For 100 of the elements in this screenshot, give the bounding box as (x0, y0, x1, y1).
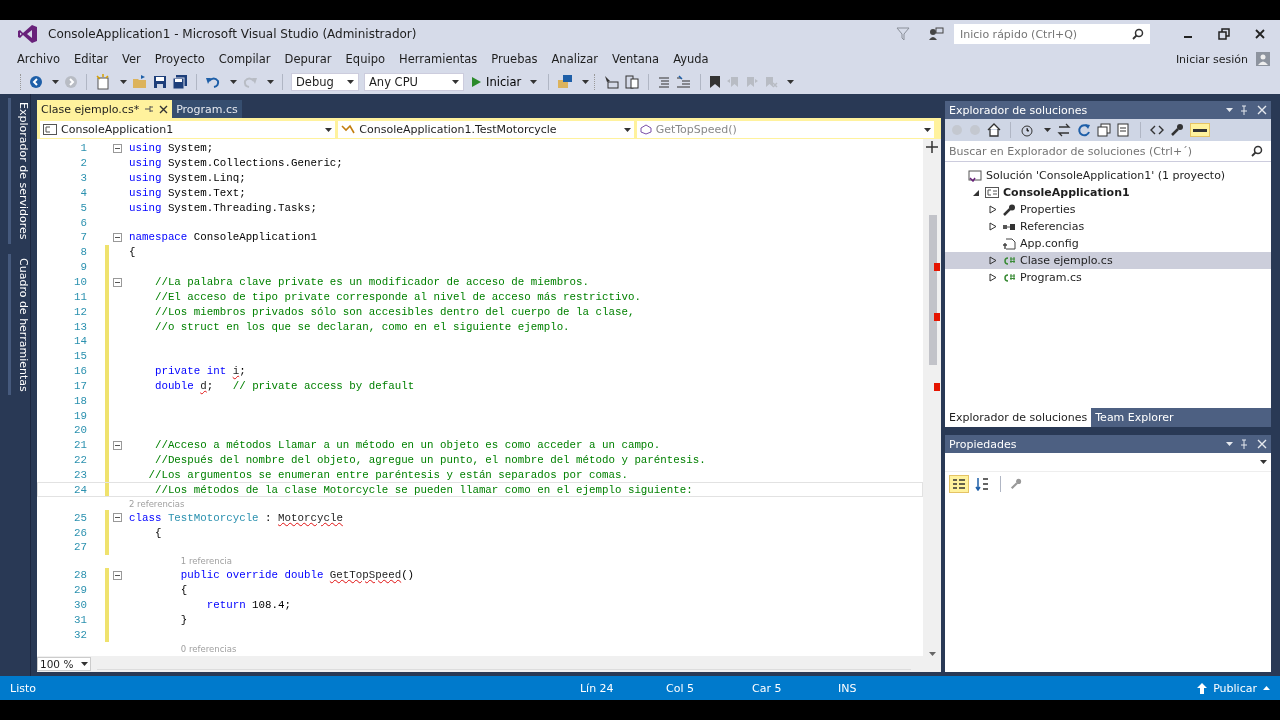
menu-item[interactable]: Ayuda (666, 52, 716, 66)
bookmark-icon[interactable] (709, 75, 722, 89)
save-icon[interactable] (153, 75, 167, 89)
side-tab[interactable]: Cuadro de herramientas (8, 253, 30, 396)
find-icon[interactable] (557, 74, 574, 90)
panel-controls-icon[interactable] (1225, 105, 1267, 115)
search-icon (1251, 145, 1263, 157)
collapsed-arrow-icon[interactable] (989, 273, 997, 282)
line-number: 26 (73, 526, 87, 539)
plus-icon[interactable] (924, 139, 940, 155)
open-folder-icon[interactable] (132, 74, 148, 90)
publish-button[interactable]: Publicar (1197, 681, 1270, 695)
document-icon[interactable] (624, 74, 641, 90)
tree-item[interactable]: App.config (945, 235, 1271, 252)
search-icon (1132, 28, 1144, 40)
start-button[interactable]: Iniciar (469, 75, 541, 89)
history-icon[interactable] (1020, 123, 1034, 137)
comment-icon[interactable] (676, 75, 693, 89)
document-tab[interactable]: Program.cs (172, 100, 242, 118)
panel-tab[interactable]: Explorador de soluciones (945, 408, 1092, 427)
back-icon[interactable] (29, 75, 43, 89)
tree-item[interactable]: ConsoleApplication1 (945, 184, 1271, 201)
close-icon[interactable] (1254, 28, 1266, 40)
preview-toggle-icon[interactable] (1190, 123, 1210, 137)
hexagon-icon (639, 124, 652, 135)
caret-icon[interactable] (120, 80, 127, 84)
line-number: 29 (73, 584, 87, 597)
menu-item[interactable]: Editar (67, 52, 116, 66)
menu-item[interactable]: Analizar (544, 52, 605, 66)
user-avatar-icon[interactable] (1256, 52, 1270, 66)
wrench-icon[interactable] (1170, 123, 1184, 137)
tree-item[interactable]: Solución 'ConsoleApplication1' (1 proyecto) (945, 167, 1271, 184)
caret-icon[interactable] (52, 80, 59, 84)
save-all-icon[interactable] (172, 74, 188, 90)
feedback-icon[interactable] (928, 27, 944, 41)
new-project-icon[interactable] (95, 74, 111, 90)
panel-tab[interactable]: Team Explorer (1091, 408, 1178, 427)
code-line: double d; // private access by default (153, 379, 415, 392)
collapse-icon[interactable] (113, 513, 122, 523)
collapse-icon[interactable] (113, 233, 122, 242)
sync-icon[interactable] (1057, 123, 1071, 137)
line-number: 21 (73, 439, 87, 452)
collapse-icon[interactable] (113, 440, 122, 450)
tree-item[interactable]: Referencias (945, 218, 1271, 235)
document-tab[interactable]: Clase ejemplo.cs* (37, 100, 173, 118)
window-title: ConsoleApplication1 - Microsoft Visual Studio (Administrador) (48, 27, 417, 41)
pointer-icon[interactable] (603, 74, 620, 90)
menu-item[interactable]: Ventana (604, 52, 667, 66)
side-tab[interactable]: Explorador de servidores (8, 98, 30, 244)
platform-dropdown[interactable]: Any CPU (364, 73, 464, 91)
code-line: } (179, 613, 188, 626)
collapsed-arrow-icon[interactable] (989, 256, 997, 265)
menu-item[interactable]: Proyecto (147, 52, 212, 66)
show-files-icon[interactable] (1117, 123, 1131, 137)
zoom-dropdown[interactable]: 100 % (37, 657, 91, 671)
line-number: 8 (79, 246, 87, 259)
menu-item[interactable]: Archivo (10, 52, 67, 66)
sort-icon[interactable] (975, 477, 991, 491)
tree-item[interactable]: Clase ejemplo.cs (945, 252, 1271, 269)
collapse-icon[interactable] (113, 143, 122, 153)
caret-icon[interactable] (267, 80, 274, 84)
tree-item-label: Clase ejemplo.cs (1020, 254, 1113, 267)
expanded-arrow-icon[interactable] (972, 188, 980, 197)
menu-item[interactable]: Equipo (338, 52, 392, 66)
caret-icon[interactable] (787, 80, 795, 84)
navigation-dropdown[interactable]: ConsoleApplication1.TestMotorcycle (338, 121, 634, 138)
tree-item-label: Program.cs (1020, 271, 1082, 284)
refresh-icon[interactable] (1077, 123, 1091, 137)
close-icon[interactable] (159, 104, 169, 114)
navigation-dropdown[interactable]: ConsoleApplication1 (40, 121, 336, 138)
collapse-icon[interactable] (113, 277, 122, 287)
menu-item[interactable]: Depurar (277, 52, 339, 66)
collapsed-arrow-icon[interactable] (989, 222, 997, 231)
line-number: 7 (79, 231, 87, 244)
caret-icon[interactable] (230, 80, 237, 84)
code-line: //Los argumentos se enumeran entre paréntesis y están separados por comas. (147, 469, 628, 481)
configuration-dropdown[interactable]: Debug (291, 73, 359, 91)
caret-icon[interactable] (1044, 128, 1051, 132)
pin-icon[interactable] (144, 104, 155, 114)
collapsed-arrow-icon[interactable] (989, 205, 997, 214)
menu-item[interactable]: Herramientas (392, 52, 485, 66)
list-icon[interactable] (657, 75, 672, 89)
menu-item[interactable]: Ver (115, 52, 148, 66)
collapse-icon[interactable] (113, 570, 122, 580)
categorized-icon[interactable] (949, 475, 969, 493)
caret-icon[interactable] (582, 80, 590, 84)
tree-item[interactable]: Properties (945, 201, 1271, 218)
undo-icon[interactable] (205, 75, 221, 89)
home-icon[interactable] (987, 123, 1001, 137)
menu-item[interactable]: Pruebas (484, 52, 545, 66)
line-number: 32 (73, 628, 87, 641)
line-number: 24 (73, 483, 87, 496)
sign-in-link[interactable]: Iniciar sesión (1175, 52, 1248, 66)
collapse-all-icon[interactable] (1097, 123, 1111, 137)
tree-item[interactable]: Program.cs (945, 269, 1271, 286)
menu-item[interactable]: Compilar (211, 52, 278, 66)
code-icon[interactable] (1150, 123, 1164, 137)
panel-controls-icon[interactable] (1225, 439, 1267, 449)
restore-icon[interactable] (1218, 28, 1230, 40)
navigation-dropdown[interactable]: GetTopSpeed() (636, 121, 934, 138)
